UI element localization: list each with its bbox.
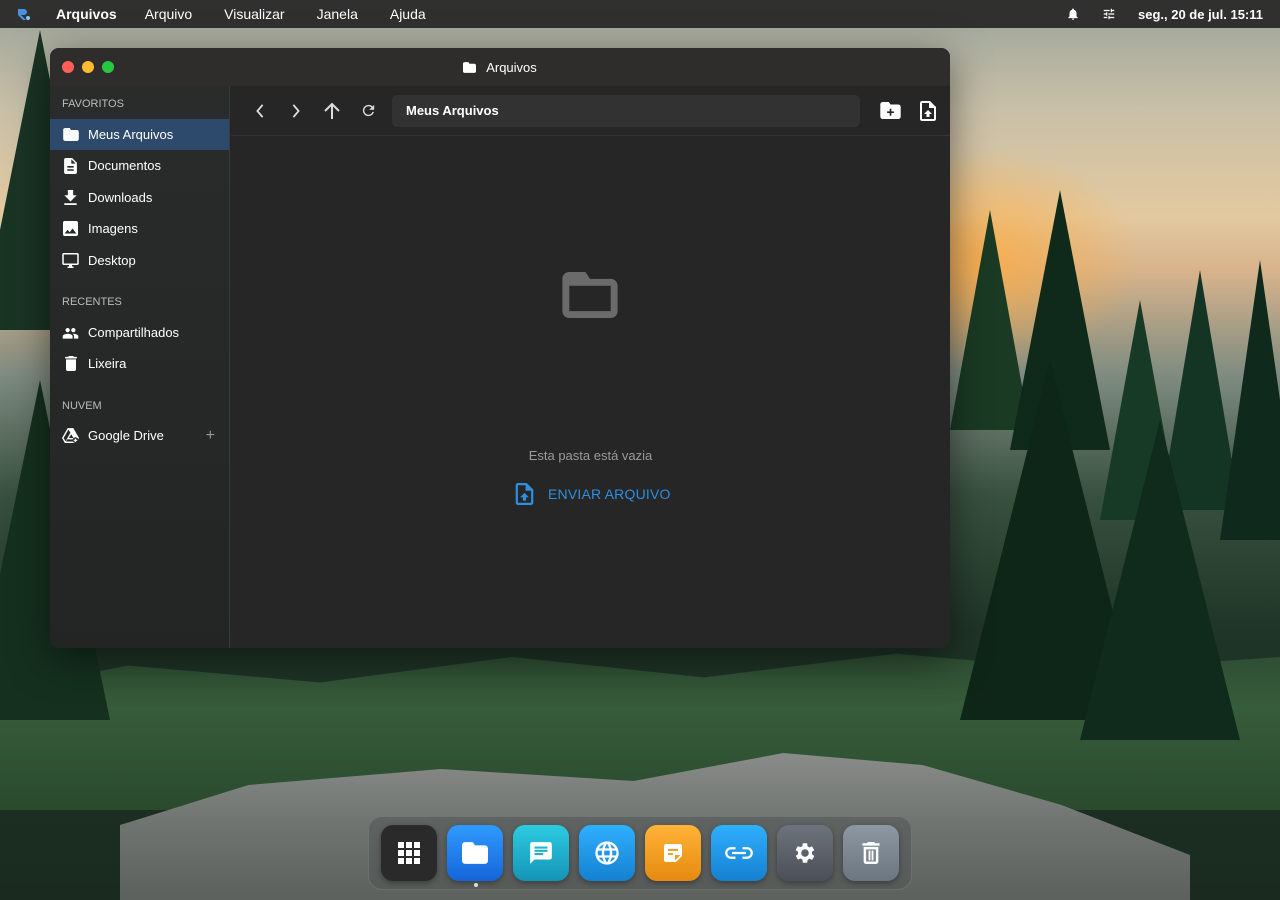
sidebar-item-desktop[interactable]: Desktop [50,245,229,276]
files-icon[interactable] [447,825,503,881]
refresh-icon [362,104,374,117]
sidebar-section-nuvem: NUVEM [62,400,102,412]
sidebar-item-documentos[interactable]: Documentos [50,150,229,181]
sidebar-item-label: Desktop [88,253,136,268]
active-app-name[interactable]: Arquivos [56,6,117,22]
upload-file-link-button[interactable]: ENVIAR ARQUIVO [515,479,671,509]
system-clock[interactable]: seg., 20 de jul. 15:11 [1138,7,1263,22]
menu-janela[interactable]: Janela [317,6,358,22]
file-manager-window: Arquivos FAVORITOS Meus Arquivos Documen… [50,48,950,648]
upload-file-icon [920,100,936,121]
trash-icon [62,355,79,372]
add-cloud-account-button[interactable]: + [206,427,215,445]
close-window-button[interactable] [62,61,74,73]
browser-icon[interactable] [579,825,635,881]
menu-ajuda[interactable]: Ajuda [390,6,426,22]
sidebar-item-label: Imagens [88,221,138,236]
sidebar-item-label: Meus Arquivos [88,127,174,142]
arrow-up-icon [324,102,340,119]
empty-folder-message: Esta pasta está vazia [528,448,653,463]
dock [368,816,912,890]
refresh-button[interactable] [350,96,386,126]
empty-folder-icon [562,272,618,318]
folder-icon [463,61,477,73]
people-icon [62,324,79,341]
settings-icon[interactable] [777,825,833,881]
app-grid-icon[interactable] [381,825,437,881]
toolbar-actions [870,96,946,126]
window-titlebar[interactable]: Arquivos [50,48,950,86]
sidebar-item-downloads[interactable]: Downloads [50,182,229,213]
menu-arquivo[interactable]: Arquivo [145,6,192,22]
menu-visualizar[interactable]: Visualizar [224,6,284,22]
window-controls [62,61,122,73]
sidebar-section-favoritos: FAVORITOS [62,98,124,110]
maximize-window-button[interactable] [102,61,114,73]
sidebar-item-label: Documentos [88,158,161,173]
window-title: Arquivos [486,59,537,75]
upload-label: ENVIAR ARQUIVO [548,486,671,502]
path-bar[interactable]: Meus Arquivos [392,94,860,127]
document-icon [62,157,79,174]
sidebar-item-meus-arquivos[interactable]: Meus Arquivos [50,119,229,150]
monitor-icon [62,252,79,269]
wallpaper-tree [1080,420,1240,740]
messages-icon[interactable] [513,825,569,881]
notes-icon[interactable] [645,825,701,881]
upload-file-button[interactable] [910,96,946,126]
system-logo-icon[interactable] [16,5,34,23]
sidebar-item-label: Downloads [88,190,153,205]
new-folder-icon [879,102,901,119]
window-title-group: Arquivos [463,60,537,75]
chevron-left-icon [256,103,264,118]
sidebar: FAVORITOS Meus Arquivos Documentos Downl… [50,86,230,648]
sidebar-item-compartilhados[interactable]: Compartilhados [50,317,229,348]
sidebar-section-recentes: RECENTES [62,296,122,308]
sidebar-item-label: Lixeira [88,356,127,371]
current-path: Meus Arquivos [406,103,499,118]
image-icon [62,220,79,237]
sidebar-item-imagens[interactable]: Imagens [50,213,229,244]
chevron-right-icon [292,103,300,118]
main-content: Meus Arquivos Esta pasta está vazia ENVI… [231,86,950,648]
back-button[interactable] [242,96,278,126]
new-folder-button[interactable] [872,96,908,126]
sidebar-item-label: Google Drive [88,428,164,443]
folder-icon [62,126,79,143]
settings-sliders-icon[interactable] [1102,7,1116,21]
google-drive-icon [62,427,79,444]
running-indicator [474,883,478,887]
sidebar-item-label: Compartilhados [88,325,180,340]
minimize-window-button[interactable] [82,61,94,73]
sidebar-item-google-drive[interactable]: Google Drive + [50,420,229,451]
top-menu-bar: Arquivos Arquivo Visualizar Janela Ajuda… [0,0,1280,28]
sidebar-item-lixeira[interactable]: Lixeira [50,348,229,379]
notification-bell-icon[interactable] [1066,7,1080,21]
download-icon [62,189,79,206]
upload-file-icon [515,483,534,505]
up-directory-button[interactable] [314,96,350,126]
toolbar: Meus Arquivos [231,86,950,136]
empty-folder-state: Esta pasta está vazia ENVIAR ARQUIVO [231,136,950,648]
trash-icon[interactable] [843,825,899,881]
forward-button[interactable] [278,96,314,126]
links-icon[interactable] [711,825,767,881]
